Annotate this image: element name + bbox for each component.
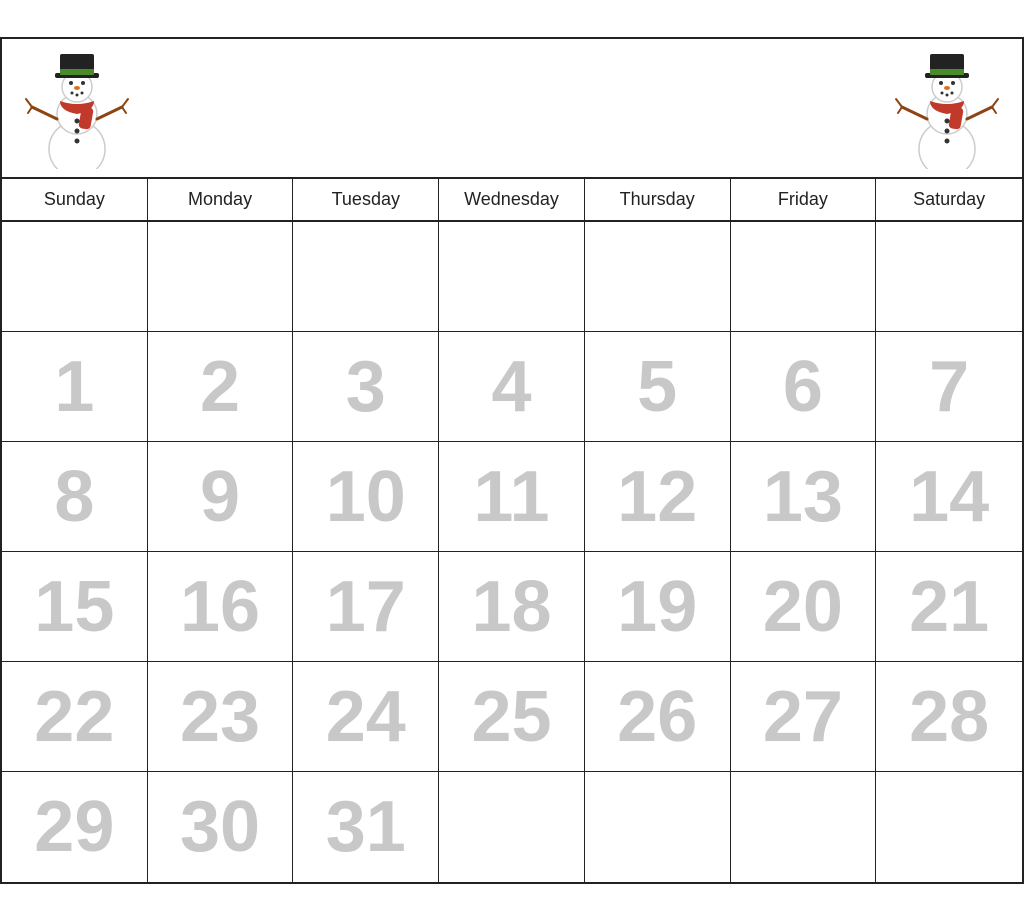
date-number: 18 — [471, 571, 551, 643]
day-header-thursday: Thursday — [585, 179, 731, 220]
calendar-day-21: 21 — [876, 552, 1022, 662]
date-number: 20 — [763, 571, 843, 643]
calendar-day-17: 17 — [293, 552, 439, 662]
date-number: 1 — [54, 351, 94, 423]
day-header-saturday: Saturday — [876, 179, 1022, 220]
calendar-day-11: 11 — [439, 442, 585, 552]
calendar-header — [2, 39, 1022, 179]
date-number: 11 — [473, 461, 549, 533]
calendar-day-2: 2 — [148, 332, 294, 442]
date-number: 23 — [180, 681, 260, 753]
day-headers-row: SundayMondayTuesdayWednesdayThursdayFrid… — [2, 179, 1022, 222]
calendar-day-16: 16 — [148, 552, 294, 662]
date-number: 19 — [617, 571, 697, 643]
calendar-day-27: 27 — [731, 662, 877, 772]
date-number: 4 — [491, 351, 531, 423]
date-number: 25 — [471, 681, 551, 753]
calendar-day-14: 14 — [876, 442, 1022, 552]
date-number: 10 — [326, 461, 406, 533]
calendar-day-15: 15 — [2, 552, 148, 662]
calendar-day-30: 30 — [148, 772, 294, 882]
day-header-friday: Friday — [731, 179, 877, 220]
date-number: 5 — [637, 351, 677, 423]
date-number: 14 — [909, 461, 989, 533]
calendar-day-23: 23 — [148, 662, 294, 772]
calendar-day-29: 29 — [2, 772, 148, 882]
calendar-day-24: 24 — [293, 662, 439, 772]
date-number: 13 — [763, 461, 843, 533]
calendar-day-28: 28 — [876, 662, 1022, 772]
calendar-day-5: 5 — [585, 332, 731, 442]
calendar: SundayMondayTuesdayWednesdayThursdayFrid… — [0, 37, 1024, 884]
snowman-left-icon — [22, 49, 132, 174]
date-number: 26 — [617, 681, 697, 753]
empty-cell — [876, 772, 1022, 882]
calendar-day-26: 26 — [585, 662, 731, 772]
date-number: 27 — [763, 681, 843, 753]
date-number: 7 — [929, 351, 969, 423]
calendar-day-13: 13 — [731, 442, 877, 552]
empty-cell — [585, 222, 731, 332]
calendar-day-6: 6 — [731, 332, 877, 442]
empty-cell — [148, 222, 294, 332]
calendar-day-7: 7 — [876, 332, 1022, 442]
day-header-monday: Monday — [148, 179, 294, 220]
calendar-day-22: 22 — [2, 662, 148, 772]
empty-cell — [585, 772, 731, 882]
calendar-day-19: 19 — [585, 552, 731, 662]
date-number: 6 — [783, 351, 823, 423]
date-number: 30 — [180, 791, 260, 863]
snowman-right-icon — [892, 49, 1002, 174]
empty-cell — [293, 222, 439, 332]
date-number: 3 — [346, 351, 386, 423]
date-number: 12 — [617, 461, 697, 533]
date-number: 28 — [909, 681, 989, 753]
date-number: 22 — [34, 681, 114, 753]
date-number: 9 — [200, 461, 240, 533]
empty-cell — [439, 772, 585, 882]
date-number: 15 — [34, 571, 114, 643]
calendar-day-8: 8 — [2, 442, 148, 552]
day-header-tuesday: Tuesday — [293, 179, 439, 220]
empty-cell — [439, 222, 585, 332]
calendar-day-4: 4 — [439, 332, 585, 442]
calendar-day-31: 31 — [293, 772, 439, 882]
calendar-grid: 1234567891011121314151617181920212223242… — [2, 222, 1022, 882]
date-number: 8 — [54, 461, 94, 533]
day-header-sunday: Sunday — [2, 179, 148, 220]
date-number: 16 — [180, 571, 260, 643]
date-number: 31 — [326, 791, 406, 863]
date-number: 21 — [909, 571, 989, 643]
calendar-day-18: 18 — [439, 552, 585, 662]
calendar-day-20: 20 — [731, 552, 877, 662]
date-number: 24 — [326, 681, 406, 753]
date-number: 29 — [34, 791, 114, 863]
calendar-day-25: 25 — [439, 662, 585, 772]
empty-cell — [731, 222, 877, 332]
empty-cell — [731, 772, 877, 882]
empty-cell — [876, 222, 1022, 332]
calendar-day-1: 1 — [2, 332, 148, 442]
calendar-day-12: 12 — [585, 442, 731, 552]
day-header-wednesday: Wednesday — [439, 179, 585, 220]
calendar-day-9: 9 — [148, 442, 294, 552]
date-number: 2 — [200, 351, 240, 423]
calendar-day-10: 10 — [293, 442, 439, 552]
empty-cell — [2, 222, 148, 332]
date-number: 17 — [326, 571, 406, 643]
calendar-day-3: 3 — [293, 332, 439, 442]
